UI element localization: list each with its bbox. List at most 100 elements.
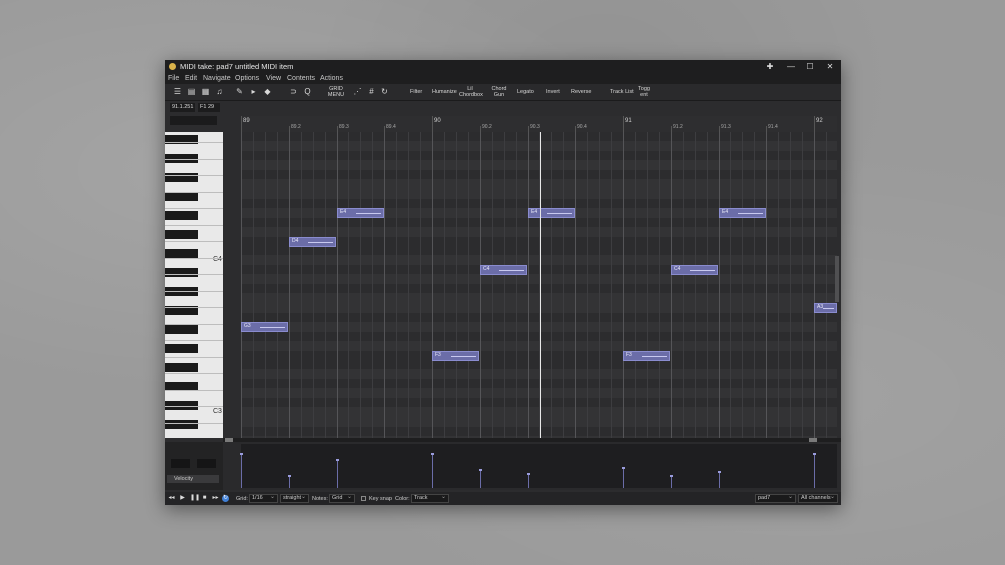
black-key[interactable] [165, 420, 198, 429]
menu-navigate[interactable]: Navigate [203, 75, 231, 82]
forward-icon[interactable]: ▸▸ [212, 495, 219, 502]
grid-select[interactable]: 1/16 [249, 494, 278, 503]
midi-note[interactable]: C4 [480, 265, 527, 275]
grid-line [587, 132, 588, 438]
menu-actions[interactable]: Actions [320, 75, 343, 82]
track-list-button[interactable]: Track List [610, 89, 634, 101]
grid-type-select[interactable]: straight [280, 494, 309, 503]
grid-view-icon[interactable]: ▤ [187, 87, 196, 96]
black-key[interactable] [165, 268, 198, 277]
grid-line [719, 132, 720, 438]
rewind-icon[interactable]: ◂◂ [168, 495, 175, 502]
grid-line [551, 132, 552, 438]
magnet-icon[interactable]: ⊃ [289, 87, 298, 96]
channel-select[interactable]: All channels [798, 494, 838, 503]
black-key[interactable] [165, 192, 198, 201]
menu-view[interactable]: View [266, 75, 281, 82]
lane-type-select[interactable]: Velocity [167, 475, 219, 483]
q-icon[interactable]: Q [303, 87, 312, 96]
note-icon[interactable]: ♫ [215, 87, 224, 96]
black-key[interactable] [165, 344, 198, 353]
black-key[interactable] [165, 249, 198, 258]
velocity-bar[interactable] [670, 475, 673, 488]
pin-icon[interactable]: ✚ [761, 61, 779, 73]
midi-note[interactable]: F3 [623, 350, 670, 361]
track-select[interactable]: pad7 [755, 494, 796, 503]
menu-edit[interactable]: Edit [185, 75, 197, 82]
repeat-icon[interactable]: ↻ [222, 495, 229, 502]
midi-note[interactable]: E4 [719, 208, 766, 218]
loop-icon[interactable]: ↻ [380, 87, 389, 96]
reverse-button[interactable]: Reverse [571, 89, 591, 101]
note-grid[interactable]: G3 D4 E4 F3 C4 E4 F3 C4 E4 A3 [241, 132, 837, 438]
vertical-scrollbar[interactable] [835, 256, 839, 302]
pause-icon[interactable]: ❚❚ [190, 495, 200, 502]
white-key-divider [165, 142, 223, 143]
chord-gun-button[interactable]: Chord Gun [490, 86, 508, 98]
invert-button[interactable]: Invert [546, 89, 560, 101]
toggle-button[interactable]: Togg ent [637, 86, 651, 98]
sharp-icon[interactable]: # [367, 87, 376, 96]
quantize-icon[interactable]: ⋰ [353, 87, 362, 96]
pencil-icon[interactable]: ✎ [235, 87, 244, 96]
filter-button[interactable]: Filter [410, 89, 422, 101]
velocity-bar[interactable] [336, 459, 339, 488]
diamond-icon[interactable]: ◆ [263, 87, 272, 96]
midi-note[interactable]: E4 [337, 208, 384, 218]
stop-icon[interactable]: ■ [201, 495, 208, 502]
piano-keyboard[interactable]: C4 C3 [165, 132, 223, 438]
white-key-divider [165, 373, 223, 374]
midi-note[interactable]: E4 [528, 208, 575, 218]
legato-button[interactable]: Legato [517, 89, 534, 101]
black-key[interactable] [165, 211, 198, 220]
velocity-bar[interactable] [479, 469, 482, 488]
chordbox-button[interactable]: Lil Chordbox [459, 86, 483, 98]
key-snap-checkbox[interactable] [361, 496, 366, 501]
black-key[interactable] [165, 363, 198, 372]
velocity-bars[interactable] [240, 444, 837, 488]
field-display[interactable]: F1 29 [198, 103, 220, 112]
midi-note[interactable]: D4 [289, 236, 336, 247]
position-display[interactable]: 91.1.251 [170, 103, 195, 112]
menu-contents[interactable]: Contents [287, 75, 315, 82]
play-icon[interactable]: ▶ [179, 495, 186, 502]
notes-select[interactable]: Grid [329, 494, 355, 503]
minimize-button[interactable]: — [782, 61, 800, 73]
menu-options[interactable]: Options [235, 75, 259, 82]
velocity-bar[interactable] [622, 467, 625, 488]
title-bar: MIDI take: pad7 untitled MIDI item ✚ — ☐… [165, 60, 841, 74]
grid-menu-button[interactable]: GRID MENU [325, 86, 347, 98]
maximize-button[interactable]: ☐ [801, 61, 819, 73]
app-icon [169, 63, 176, 70]
close-button[interactable]: ✕ [821, 61, 839, 73]
velocity-bar[interactable] [718, 471, 721, 488]
velocity-bar[interactable] [527, 473, 530, 488]
midi-note[interactable]: A3 [814, 303, 837, 313]
play-small-icon[interactable]: ▸ [249, 87, 258, 96]
grid-line [683, 132, 684, 438]
piano-roll[interactable]: 89 89.2 89.3 89.4 90 90.2 90.3 90.4 91 91.2 91.3 91… [241, 116, 837, 438]
velocity-bar[interactable] [431, 453, 434, 488]
list-icon[interactable]: ☰ [173, 87, 182, 96]
color-select[interactable]: Track [411, 494, 449, 503]
white-key-divider [165, 241, 223, 242]
humanize-button[interactable]: Humanize [432, 89, 457, 101]
lane-button-2[interactable] [197, 459, 216, 468]
midi-note[interactable]: C4 [671, 265, 718, 275]
velocity-bar[interactable] [288, 475, 291, 488]
white-key-divider [165, 258, 223, 259]
velocity-bar[interactable] [240, 453, 243, 488]
black-key[interactable] [165, 325, 198, 334]
columns-icon[interactable]: ▦ [201, 87, 210, 96]
midi-note[interactable]: G3 [241, 322, 288, 332]
velocity-bar[interactable] [813, 453, 816, 488]
position-bar[interactable] [170, 116, 217, 125]
timeline-ruler[interactable]: 89 89.2 89.3 89.4 90 90.2 90.3 90.4 91 91.2 91.3 91… [241, 116, 837, 132]
ruler-tick [623, 116, 624, 132]
grid-line [671, 132, 672, 438]
menu-file[interactable]: File [168, 75, 179, 82]
midi-note[interactable]: F3 [432, 350, 479, 361]
ruler-beat-label: 89.4 [386, 124, 396, 130]
black-key[interactable] [165, 230, 198, 239]
lane-button-1[interactable] [171, 459, 190, 468]
